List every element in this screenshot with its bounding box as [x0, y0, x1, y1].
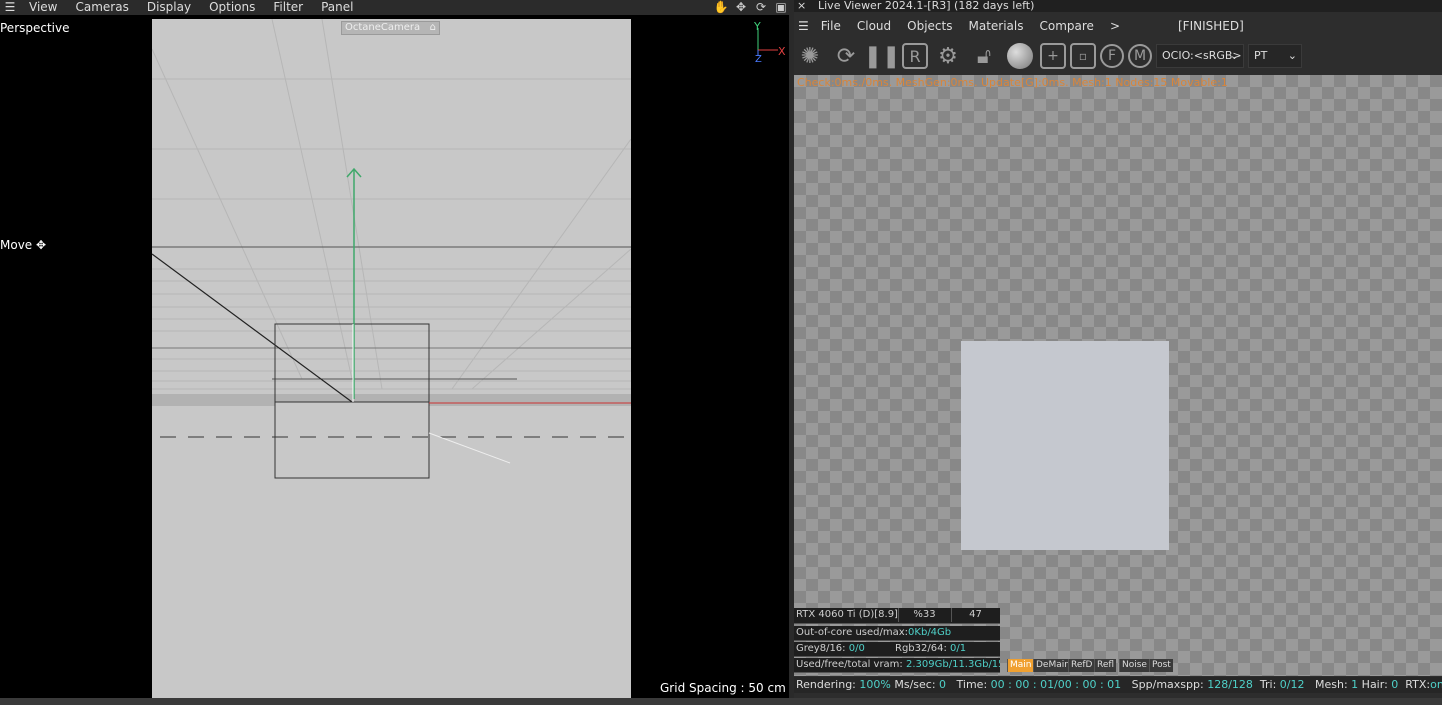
mesh-label: Mesh:: [1315, 678, 1348, 691]
tri-value: 0/12: [1279, 678, 1305, 691]
render-mode-value: PT: [1254, 49, 1268, 62]
grid-spacing-label: Grid Spacing : 50 cm: [660, 681, 786, 695]
pass-demain[interactable]: DeMain: [1033, 659, 1072, 672]
rotate-view-icon[interactable]: ⟳: [753, 0, 769, 15]
texture-row: Grey8/16: 0/0 Rgb32/64: 0/1: [794, 642, 1000, 657]
lv-menu-file[interactable]: File: [813, 19, 849, 33]
lv-menu-materials[interactable]: Materials: [960, 19, 1031, 33]
gpu-temp: 47: [951, 608, 999, 622]
out-of-core-label: Out-of-core used/max:: [796, 627, 909, 638]
region-render-icon[interactable]: R: [902, 43, 928, 69]
out-of-core-value: 0Kb/4Gb: [908, 627, 952, 638]
pause-icon[interactable]: ❚❚: [864, 40, 901, 72]
spp-value: 128/128: [1207, 678, 1253, 691]
rtx-value: on: [1430, 678, 1442, 691]
viewport-canvas[interactable]: [152, 19, 631, 698]
lv-menu-objects[interactable]: Objects: [899, 19, 960, 33]
move-cross-icon: ✥: [36, 238, 47, 252]
grey-label: Grey8/16:: [796, 643, 846, 654]
vram-label: Used/free/total vram:: [796, 659, 903, 670]
menu-display[interactable]: Display: [138, 0, 200, 15]
tool-name: Move: [0, 238, 33, 252]
mssec-label: Ms/sec:: [894, 678, 936, 691]
add-region-icon[interactable]: +: [1040, 43, 1066, 69]
vram-row: Used/free/total vram: 2.309Gb/11.3Gb/15.…: [794, 658, 1000, 673]
lv-menu-compare[interactable]: Compare: [1032, 19, 1102, 33]
lv-menu-cloud[interactable]: Cloud: [849, 19, 899, 33]
gpu-info-row: RTX 4060 Ti (D)[8.9] %33 47: [794, 608, 1000, 624]
live-viewer-menubar: ☰ File Cloud Objects Materials Compare >…: [794, 16, 1442, 36]
maximize-view-icon[interactable]: ▣: [773, 0, 789, 15]
hair-label: Hair:: [1361, 678, 1388, 691]
view-name-label[interactable]: Perspective: [0, 21, 70, 35]
menu-panel[interactable]: Panel: [312, 0, 362, 15]
menu-view[interactable]: View: [20, 0, 66, 15]
lv-menu-more[interactable]: >: [1102, 19, 1128, 33]
axis-x-label: X: [778, 45, 786, 58]
rendered-plane: [961, 341, 1169, 550]
ocio-select[interactable]: OCIO:<sRGB> ⌄: [1156, 44, 1244, 68]
focus-pick-icon[interactable]: F: [1100, 44, 1124, 68]
lock-icon[interactable]: 🔓︎: [968, 40, 1000, 72]
render-view[interactable]: Check:0ms./0ms. MeshGen:0ms. Update[G]:0…: [794, 75, 1442, 676]
rendering-value: 100%: [859, 678, 891, 691]
pass-main[interactable]: Main: [1007, 659, 1034, 672]
camera-tag-label: OctaneCamera: [345, 22, 421, 33]
live-viewer-title: Live Viewer 2024.1-[R3] (182 days left): [818, 0, 1035, 12]
camera-tag[interactable]: OctaneCamera ⌂: [341, 21, 440, 35]
chevron-down-icon: ⌄: [1287, 49, 1297, 62]
viewport-panel: ☰ View Cameras Display Options Filter Pa…: [0, 0, 789, 705]
gpu-load: %33: [898, 608, 950, 622]
grey-value: 0/0: [848, 643, 865, 654]
rtx-label: RTX:: [1405, 678, 1431, 691]
scene-drawing: [152, 19, 631, 479]
hair-value: 0: [1391, 678, 1399, 691]
close-icon[interactable]: ×: [797, 0, 806, 11]
axis-y-label: Y: [754, 20, 761, 33]
menu-cameras[interactable]: Cameras: [66, 0, 137, 15]
pass-noise[interactable]: Noise: [1119, 659, 1149, 672]
out-of-core-row: Out-of-core used/max:0Kb/4Gb: [794, 626, 1000, 641]
settings-gear-icon[interactable]: ⚙: [932, 40, 964, 72]
menu-filter[interactable]: Filter: [264, 0, 312, 15]
spp-label: Spp/maxspp:: [1131, 678, 1204, 691]
bottom-timeline-strip: [0, 698, 1442, 705]
restart-render-icon[interactable]: ⟳: [830, 40, 862, 72]
pass-refd[interactable]: RefD: [1068, 659, 1095, 672]
render-stats-line: Check:0ms./0ms. MeshGen:0ms. Update[G]:0…: [797, 76, 1228, 89]
gpu-name: RTX 4060 Ti (D)[8.9]: [796, 609, 898, 620]
mesh-value: 1: [1351, 678, 1359, 691]
rendering-label: Rendering:: [796, 678, 856, 691]
pass-refl[interactable]: Refl: [1094, 659, 1117, 672]
hamburger-icon[interactable]: ☰: [0, 0, 20, 15]
menu-options[interactable]: Options: [200, 0, 264, 15]
axis-z-label: Z: [755, 54, 762, 65]
mssec-value: 0: [939, 678, 947, 691]
chevron-down-icon: ⌄: [1229, 49, 1239, 62]
pass-post[interactable]: Post: [1149, 659, 1173, 672]
material-sphere-icon[interactable]: [1004, 40, 1036, 72]
tri-label: Tri:: [1259, 678, 1277, 691]
send-scene-icon[interactable]: ✺: [794, 40, 826, 72]
viewport-menubar: ☰ View Cameras Display Options Filter Pa…: [0, 0, 789, 15]
move-view-icon[interactable]: ✥: [733, 0, 749, 15]
time-value: 00 : 00 : 01/00 : 00 : 01: [990, 678, 1122, 691]
live-viewer-toolbar: ✺ ⟳ ❚❚ R ⚙ 🔓︎ + ▫ F M OCIO:<sRGB> ⌄ PT ⌄: [794, 38, 1442, 74]
render-mode-select[interactable]: PT ⌄: [1248, 44, 1302, 68]
render-status: [FINISHED]: [1178, 19, 1244, 33]
lv-hamburger-icon[interactable]: ☰: [794, 19, 813, 33]
active-tool-label: Move ✥: [0, 238, 46, 252]
time-label: Time:: [956, 678, 988, 691]
vram-value: 2.309Gb/11.3Gb/15.996: [905, 659, 1000, 670]
film-region-icon[interactable]: ▫: [1070, 43, 1096, 69]
rgb-label: Rgb32/64:: [895, 643, 947, 654]
live-viewer-panel: × Live Viewer 2024.1-[R3] (182 days left…: [794, 0, 1442, 705]
pan-hand-icon[interactable]: ✋: [713, 0, 729, 15]
rgb-value: 0/1: [950, 643, 967, 654]
camera-lock-icon: ⌂: [429, 22, 436, 33]
material-pick-icon[interactable]: M: [1128, 44, 1152, 68]
render-status-bar: Rendering: 100% Ms/sec: 0 Time: 00 : 00 …: [794, 677, 1442, 693]
live-viewer-titlebar: × Live Viewer 2024.1-[R3] (182 days left…: [794, 0, 1442, 12]
